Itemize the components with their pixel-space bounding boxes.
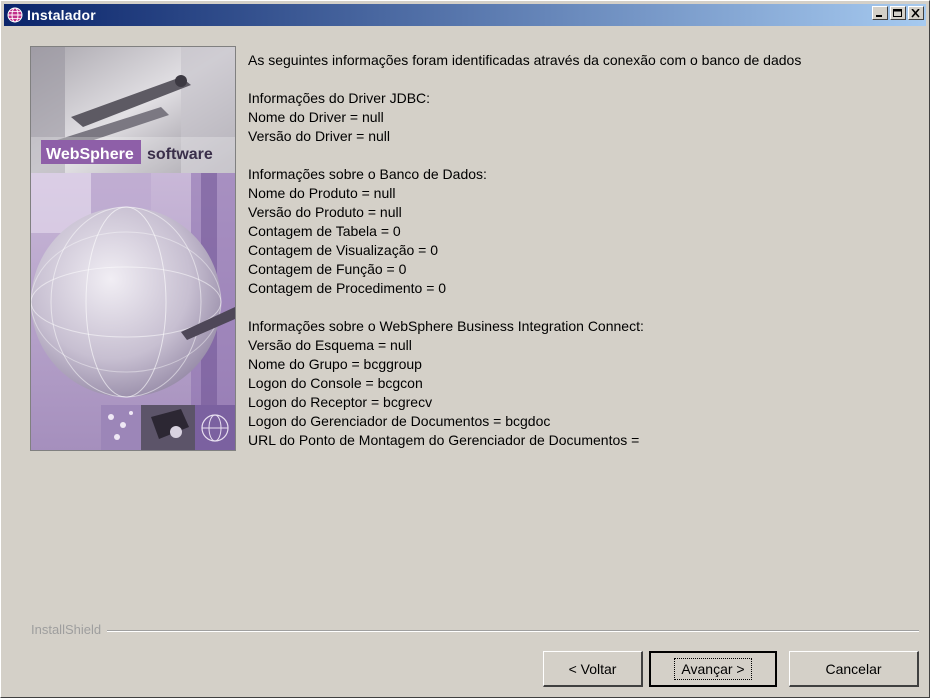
cancel-button-label: Cancelar: [825, 660, 882, 677]
db-line: Contagem de Tabela = 0: [248, 223, 401, 239]
footer-divider: [31, 630, 919, 632]
wbi-line: Versão do Esquema = null: [248, 337, 412, 353]
close-button[interactable]: [908, 6, 924, 20]
db-line: Contagem de Visualização = 0: [248, 242, 439, 258]
minimize-icon: [876, 15, 882, 17]
websphere-banner-image: WebSphere software: [30, 46, 236, 451]
db-section-heading: Informações sobre o Banco de Dados:: [248, 166, 487, 182]
db-line: Versão do Produto = null: [248, 204, 402, 220]
banner-brand-text: WebSphere: [46, 146, 134, 163]
driver-line: Versão do Driver = null: [248, 128, 391, 144]
driver-line: Nome do Driver = null: [248, 109, 384, 125]
maximize-button[interactable]: [890, 6, 906, 20]
driver-section-heading: Informações do Driver JDBC:: [248, 90, 431, 106]
installshield-label: InstallShield: [31, 622, 108, 637]
db-line: Contagem de Função = 0: [248, 261, 407, 277]
window-title: Instalador: [27, 7, 96, 23]
wbi-line: Logon do Console = bcgcon: [248, 375, 423, 391]
next-button[interactable]: Avançar >: [649, 651, 777, 687]
installer-window: Instalador WebSphere software As seguint…: [0, 0, 930, 698]
wbi-line: Nome do Grupo = bcggroup: [248, 356, 422, 372]
info-panel: As seguintes informações foram identific…: [248, 51, 918, 450]
intro-text: As seguintes informações foram identific…: [248, 52, 802, 68]
banner-artwork: WebSphere software: [31, 47, 235, 450]
wbi-line: Logon do Gerenciador de Documentos = bcg…: [248, 413, 551, 429]
maximize-icon: [893, 9, 902, 17]
wbi-section-heading: Informações sobre o WebSphere Business I…: [248, 318, 644, 334]
wbi-line: URL do Ponto de Montagem do Gerenciador …: [248, 432, 640, 448]
db-line: Nome do Produto = null: [248, 185, 396, 201]
wbi-line: Logon do Receptor = bcgrecv: [248, 394, 433, 410]
db-line: Contagem de Procedimento = 0: [248, 280, 447, 296]
banner-product-text: software: [147, 146, 213, 163]
title-bar[interactable]: Instalador: [4, 4, 926, 26]
close-icon: [911, 9, 920, 18]
cancel-button[interactable]: Cancelar: [789, 651, 919, 687]
minimize-button[interactable]: [872, 6, 888, 20]
next-button-label: Avançar >: [674, 658, 752, 680]
back-button-label: < Voltar: [568, 660, 617, 677]
globe-icon: [7, 7, 23, 23]
back-button[interactable]: < Voltar: [543, 651, 643, 687]
